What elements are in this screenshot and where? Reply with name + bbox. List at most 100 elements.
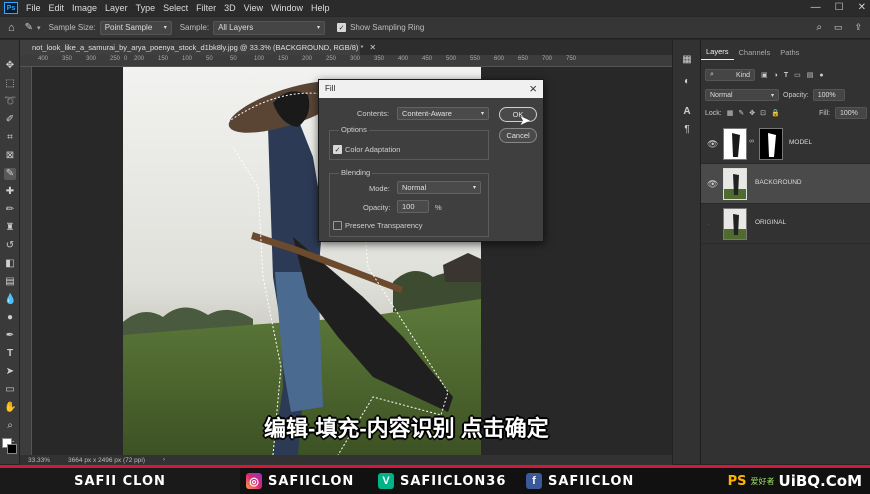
history-brush-tool-icon[interactable]: ↺ — [4, 240, 16, 252]
layer-name[interactable]: ORIGINAL — [755, 219, 786, 226]
home-icon[interactable]: ⌂ — [8, 22, 15, 34]
layer-row-background[interactable]: 👁 BACKGROUND — [701, 164, 870, 204]
zoom-tool-icon[interactable]: ⌕ — [4, 420, 16, 432]
status-chevron-icon[interactable]: › — [163, 457, 165, 463]
menu-3d[interactable]: 3D — [224, 3, 236, 13]
crop-tool-icon[interactable]: ⌗ — [4, 132, 16, 144]
filter-shape-icon[interactable]: ▭ — [794, 71, 801, 79]
menu-type[interactable]: Type — [136, 3, 156, 13]
ok-button[interactable]: OK — [499, 107, 537, 122]
menu-window[interactable]: Window — [271, 3, 303, 13]
eyedropper-tool-icon[interactable]: ✎ — [4, 168, 16, 180]
hand-tool-icon[interactable]: ✋ — [4, 402, 16, 414]
menu-bar: Ps File Edit Image Layer Type Select Fil… — [0, 0, 870, 16]
move-tool-icon[interactable]: ✥ — [4, 60, 16, 72]
adjustments-panel-icon[interactable]: ◐ — [681, 76, 693, 88]
fill-dialog-title: Fill — [325, 84, 336, 93]
background-color-swatch[interactable] — [7, 444, 17, 454]
layer-name[interactable]: MODEL — [789, 139, 812, 146]
layer-fill-input[interactable]: 100% — [835, 107, 867, 119]
chevron-down-icon: ▾ — [317, 25, 321, 31]
history-panel-icon[interactable]: ▦ — [681, 54, 693, 66]
share-icon[interactable]: ⇪ — [854, 22, 862, 33]
maximize-button[interactable]: ☐ — [835, 2, 844, 13]
paragraph-panel-icon[interactable]: ¶ — [681, 124, 693, 136]
sample-select[interactable]: All Layers ▾ — [213, 20, 326, 35]
color-adaptation-checkbox[interactable]: ✓ — [333, 145, 342, 154]
blend-mode-select[interactable]: Normal ▾ — [705, 89, 779, 101]
close-tab-icon[interactable]: ✕ — [369, 43, 376, 52]
lock-artboard-icon[interactable]: ⊡ — [760, 109, 766, 117]
layer-opacity-input[interactable]: 100% — [812, 89, 845, 101]
layer-row-model[interactable]: 👁 ∞ MODEL — [701, 124, 870, 164]
facebook-icon: f — [526, 473, 542, 489]
pen-tool-icon[interactable]: ✒ — [4, 330, 16, 342]
frame-tool-icon[interactable]: ⊠ — [4, 150, 16, 162]
menu-help[interactable]: Help — [311, 3, 330, 13]
vine-icon: V — [378, 473, 394, 489]
eraser-tool-icon[interactable]: ◧ — [4, 258, 16, 270]
filter-type-icon[interactable]: T — [784, 72, 788, 79]
document-tab[interactable]: not_look_like_a_samurai_by_arya_poenya_s… — [20, 40, 376, 55]
layer-mask-thumbnail[interactable] — [759, 128, 783, 160]
eye-hidden-icon[interactable]: · — [707, 219, 710, 229]
opacity-input[interactable]: 100 — [397, 200, 429, 213]
window-controls: — ☐ ✕ — [811, 2, 866, 13]
menu-edit[interactable]: Edit — [49, 3, 65, 13]
rectangle-tool-icon[interactable]: ▭ — [4, 384, 16, 396]
menu-view[interactable]: View — [244, 3, 263, 13]
sample-size-select[interactable]: Point Sample ▾ — [99, 20, 172, 35]
menu-file[interactable]: File — [26, 3, 41, 13]
filter-adjustment-icon[interactable]: ◑ — [774, 72, 778, 79]
menu-select[interactable]: Select — [163, 3, 188, 13]
marquee-tool-icon[interactable]: ⬚ — [4, 78, 16, 90]
lasso-tool-icon[interactable]: ➰ — [4, 96, 16, 108]
fill-dialog-titlebar[interactable]: Fill × — [319, 80, 543, 98]
chain-link-icon[interactable]: ∞ — [749, 138, 754, 145]
minimize-button[interactable]: — — [811, 2, 821, 13]
preserve-transparency-checkbox[interactable] — [333, 221, 342, 230]
layer-kind-select[interactable]: ⌕ Kind — [705, 69, 755, 81]
eye-icon[interactable]: 👁 — [707, 179, 718, 190]
layer-name[interactable]: BACKGROUND — [755, 179, 802, 186]
dodge-tool-icon[interactable]: ● — [4, 312, 16, 324]
menu-image[interactable]: Image — [72, 3, 97, 13]
brush-tool-icon[interactable]: ✏ — [4, 204, 16, 216]
filter-toggle-icon[interactable]: ● — [819, 72, 823, 79]
clone-stamp-tool-icon[interactable]: ♜ — [4, 222, 16, 234]
close-window-button[interactable]: ✕ — [858, 2, 866, 13]
tool-preset-chevron-icon[interactable]: ▾ — [37, 24, 41, 32]
lock-transparent-icon[interactable]: ▦ — [727, 109, 734, 117]
filter-smart-icon[interactable]: ▤ — [807, 71, 814, 79]
ruler-tick: 750 — [566, 56, 577, 62]
tab-channels[interactable]: Channels — [734, 48, 776, 60]
layer-row-original[interactable]: · ORIGINAL — [701, 204, 870, 244]
tab-paths[interactable]: Paths — [775, 48, 804, 60]
eyedropper-tool-icon[interactable]: ✎ — [25, 22, 33, 33]
lock-position-icon[interactable]: ✥ — [749, 109, 755, 117]
gradient-tool-icon[interactable]: ▤ — [4, 276, 16, 288]
tab-layers[interactable]: Layers — [701, 47, 734, 60]
workspace-icon[interactable]: ▭ — [834, 22, 843, 33]
path-select-tool-icon[interactable]: ➤ — [4, 366, 16, 378]
menu-filter[interactable]: Filter — [196, 3, 216, 13]
close-icon[interactable]: × — [529, 81, 537, 96]
zoom-level[interactable]: 33.33% — [28, 457, 50, 464]
show-sampling-ring-checkbox[interactable]: ✓ — [337, 23, 347, 32]
blur-tool-icon[interactable]: 💧 — [4, 294, 16, 306]
mode-select[interactable]: Normal ▾ — [397, 181, 481, 194]
lock-all-icon[interactable]: 🔒 — [771, 109, 780, 117]
filter-pixel-icon[interactable]: ▣ — [761, 71, 768, 79]
contents-select[interactable]: Content-Aware ▾ — [397, 107, 489, 120]
lock-image-icon[interactable]: ✎ — [738, 109, 744, 117]
healing-brush-tool-icon[interactable]: ✚ — [4, 186, 16, 198]
ruler-tick: 200 — [134, 56, 145, 62]
contents-label: Contents: — [357, 109, 390, 118]
menu-layer[interactable]: Layer — [105, 3, 128, 13]
cancel-button[interactable]: Cancel — [499, 128, 537, 143]
quick-select-tool-icon[interactable]: ✐ — [4, 114, 16, 126]
eye-icon[interactable]: 👁 — [707, 139, 718, 150]
search-icon[interactable]: ⌕ — [816, 22, 822, 33]
character-panel-icon[interactable]: A — [681, 106, 693, 118]
type-tool-icon[interactable]: T — [4, 348, 16, 360]
